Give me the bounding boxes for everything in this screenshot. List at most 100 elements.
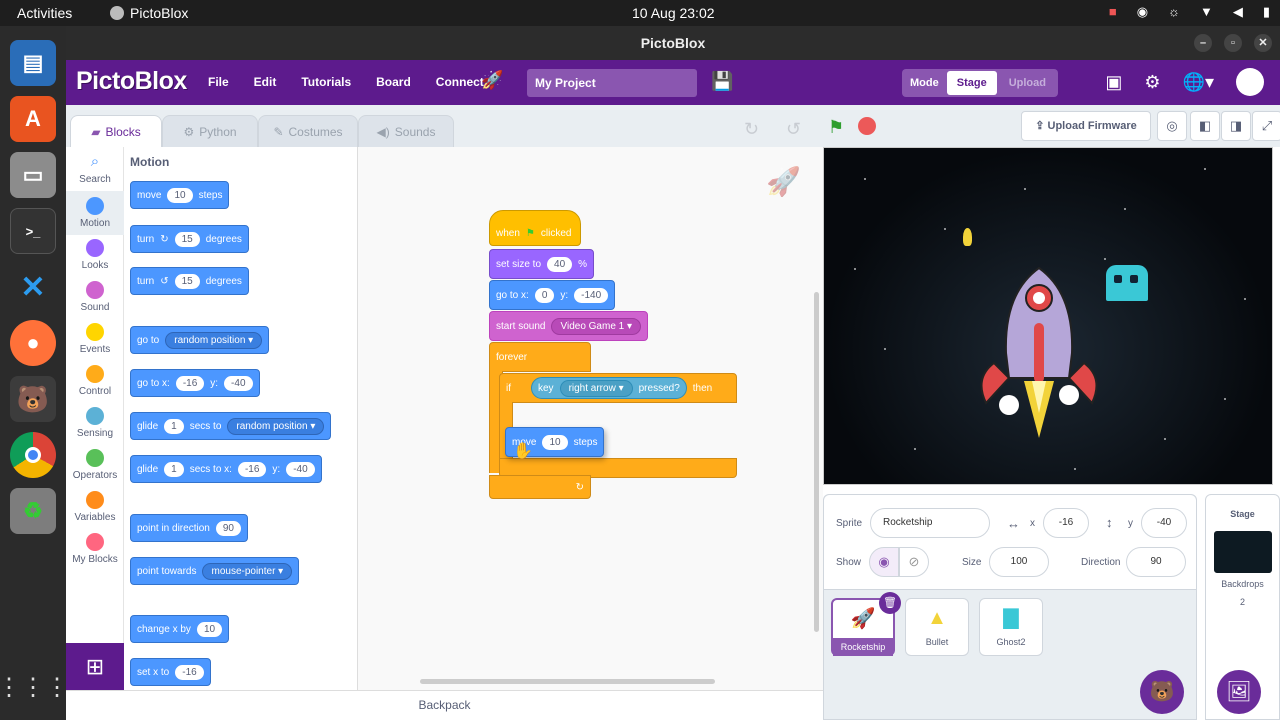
avatar[interactable] [1236, 68, 1264, 96]
menu-connect[interactable]: Connect [436, 75, 484, 89]
block-set-size[interactable]: set size to 40% [489, 249, 595, 279]
sprite-thumb-rocketship[interactable]: 🚀 Rocketship 🗑 [831, 592, 901, 656]
category-sound[interactable]: Sound [66, 281, 124, 313]
category-operators[interactable]: Operators [66, 449, 124, 481]
block-move[interactable]: move 10 steps [130, 181, 230, 209]
block-dropdown[interactable]: right arrow ▾ [559, 379, 633, 397]
undo-icon[interactable]: ↺ [786, 119, 801, 140]
block-input[interactable]: -40 [224, 375, 253, 391]
tab-costumes[interactable]: ✎ Costumes [258, 115, 358, 147]
block-goto-xy[interactable]: go to x: 0 y: -140 [489, 280, 616, 310]
block-input[interactable]: -16 [237, 461, 267, 477]
tab-python[interactable]: ⚙ Python [162, 115, 258, 147]
menu-tutorials[interactable]: Tutorials [301, 75, 351, 89]
block-dropdown[interactable]: random position ▾ [227, 417, 325, 435]
block-forever[interactable]: forever [489, 342, 591, 372]
block-dropdown[interactable]: Video Game 1 ▾ [551, 317, 642, 335]
terminal-icon[interactable]: >_ [10, 208, 56, 254]
block-input[interactable]: 0 [534, 287, 555, 303]
bullet-sprite[interactable] [963, 228, 972, 246]
redo-icon[interactable]: ↻ [744, 119, 759, 140]
block-input[interactable]: 90 [215, 520, 241, 536]
block-goto[interactable]: go to random position ▾ [130, 326, 270, 354]
camera-button[interactable]: ◎ [1157, 111, 1187, 141]
logo[interactable]: PictoBlox [76, 67, 187, 96]
tutorial-icon[interactable]: ▣ [1105, 72, 1122, 93]
add-backdrop-button[interactable]: 🖼 [1217, 670, 1261, 714]
block-glide[interactable]: glide 1 secs to random position ▾ [130, 412, 332, 440]
block-input[interactable]: 40 [547, 256, 573, 272]
category-variables[interactable]: Variables [66, 491, 124, 523]
category-search[interactable]: ⌕ Search [66, 153, 124, 185]
sprite-thumb-ghost2[interactable]: ▇ Ghost2 [979, 598, 1043, 656]
small-stage-button[interactable]: ◧ [1190, 111, 1220, 141]
script-area[interactable]: 🚀 when ⚑ clicked set size to 40% go to x: 0 y… [358, 147, 1085, 693]
add-sprite-button[interactable]: 🐻 [1140, 670, 1184, 714]
block-point-towards[interactable]: point towards mouse-pointer ▾ [130, 557, 300, 585]
block-key-pressed[interactable]: key right arrow ▾ pressed? [531, 377, 687, 399]
software-center-icon[interactable]: A [10, 96, 56, 142]
block-turn-right[interactable]: turn ↻ 15 degrees [130, 225, 249, 253]
writer-icon[interactable]: ▤ [10, 40, 56, 86]
delete-sprite-icon[interactable]: 🗑 [879, 592, 901, 614]
block-turn-left[interactable]: turn ↺ 15 degrees [130, 267, 249, 295]
block-point-direction[interactable]: point in direction 90 [130, 514, 248, 542]
menu-board[interactable]: Board [376, 75, 411, 89]
menu-file[interactable]: File [208, 75, 229, 89]
block-if-then[interactable]: if key right arrow ▾ pressed? then [499, 373, 737, 403]
stage-selector[interactable]: Stage Backdrops 2 🖼 [1205, 494, 1280, 720]
upload-firmware-button[interactable]: ⇪ Upload Firmware [1021, 111, 1151, 141]
x-field[interactable]: -16 [1043, 508, 1089, 538]
vscode-icon[interactable]: ✕ [10, 264, 56, 310]
show-hidden-button[interactable]: ⊘ [899, 547, 929, 577]
language-icon[interactable]: 🌐▾ [1183, 72, 1214, 93]
block-input[interactable]: 1 [164, 418, 184, 434]
trash-icon[interactable]: ♻ [10, 488, 56, 534]
tab-blocks[interactable]: ▰ Blocks [70, 115, 162, 147]
project-name-field[interactable]: My Project [527, 69, 697, 97]
block-input[interactable]: 1 [164, 461, 184, 477]
mode-upload-button[interactable]: Upload [997, 71, 1058, 95]
category-motion[interactable]: Motion [66, 191, 124, 235]
firefox-icon[interactable]: ● [10, 320, 56, 366]
chrome-app-icon[interactable] [10, 432, 56, 478]
block-dropdown[interactable]: mouse-pointer ▾ [202, 562, 293, 580]
block-goto-xy[interactable]: go to x: -16 y: -40 [130, 369, 260, 397]
sprite-thumb-bullet[interactable]: ▲ Bullet [905, 598, 969, 656]
category-events[interactable]: Events [66, 323, 124, 355]
green-flag-button[interactable]: ⚑ [828, 117, 844, 138]
y-field[interactable]: -40 [1141, 508, 1187, 538]
stop-button[interactable] [858, 117, 876, 135]
backpack[interactable]: Backpack [66, 690, 823, 720]
block-set-x[interactable]: set x to -16 [130, 658, 211, 686]
block-input[interactable]: 10 [542, 434, 568, 450]
direction-field[interactable]: 90 [1126, 547, 1186, 577]
minimize-icon[interactable]: – [1194, 34, 1212, 52]
ghost-sprite[interactable] [1106, 265, 1148, 301]
block-when-flag-clicked[interactable]: when ⚑ clicked [489, 210, 581, 246]
show-visible-button[interactable]: ◉ [869, 547, 899, 577]
block-input[interactable]: 15 [174, 231, 200, 247]
large-stage-button[interactable]: ◨ [1221, 111, 1251, 141]
close-icon[interactable]: ✕ [1254, 34, 1272, 52]
size-field[interactable]: 100 [989, 547, 1049, 577]
sprite-name-field[interactable]: Rocketship [870, 508, 990, 538]
maximize-icon[interactable]: ▫ [1224, 34, 1242, 52]
block-input[interactable]: 15 [174, 273, 200, 289]
rocketship-sprite[interactable] [974, 263, 1104, 443]
files-icon[interactable]: ▭ [10, 152, 56, 198]
script-vscrollbar[interactable] [814, 292, 819, 632]
block-start-sound[interactable]: start sound Video Game 1 ▾ [489, 311, 649, 341]
system-tray[interactable]: ■ ◉ ☼ ▼ ◀ ▮ [1109, 4, 1270, 20]
category-my-blocks[interactable]: My Blocks [66, 533, 124, 565]
block-glide-xy[interactable]: glide 1 secs to x: -16 y: -40 [130, 455, 322, 483]
mode-stage-button[interactable]: Stage [946, 71, 997, 95]
fullscreen-button[interactable]: ⤢ [1252, 111, 1280, 141]
rocket-icon[interactable]: 🚀 [481, 70, 503, 91]
activities-button[interactable]: Activities [17, 5, 72, 21]
category-looks[interactable]: Looks [66, 239, 124, 271]
block-input[interactable]: -16 [175, 375, 205, 391]
menu-edit[interactable]: Edit [254, 75, 277, 89]
save-icon[interactable]: 💾 [711, 71, 733, 92]
tab-sounds[interactable]: ◀) Sounds [358, 115, 454, 147]
